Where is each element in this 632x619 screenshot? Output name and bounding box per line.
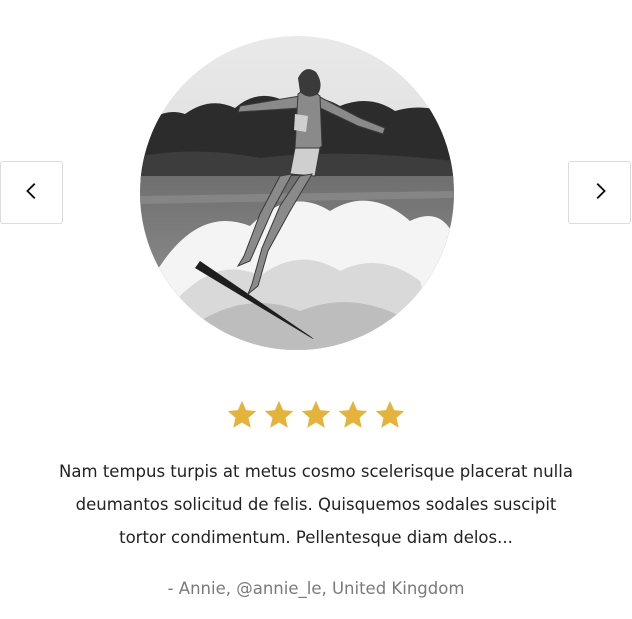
chevron-right-icon <box>589 180 611 206</box>
quote-line: deumantos solicitud de felis. Quisquemos… <box>75 495 557 514</box>
star-icon <box>299 398 333 432</box>
rating-stars <box>0 398 632 432</box>
customer-photo <box>140 36 454 350</box>
next-button[interactable] <box>568 161 631 224</box>
star-icon <box>373 398 407 432</box>
star-icon <box>225 398 259 432</box>
quote-line: Nam tempus turpis at metus cosmo sceleri… <box>59 462 573 481</box>
testimonial-slider: Nam tempus turpis at metus cosmo sceleri… <box>0 0 632 619</box>
chevron-left-icon <box>21 180 43 206</box>
testimonial-author: - Annie, @annie_le, United Kingdom <box>167 579 465 598</box>
quote-line: tortor condimentum. Pellentesque diam de… <box>119 528 513 547</box>
testimonial-quote: Nam tempus turpis at metus cosmo sceleri… <box>40 455 592 554</box>
star-icon <box>336 398 370 432</box>
previous-button[interactable] <box>0 161 63 224</box>
star-icon <box>262 398 296 432</box>
surfer-photo <box>140 36 454 350</box>
